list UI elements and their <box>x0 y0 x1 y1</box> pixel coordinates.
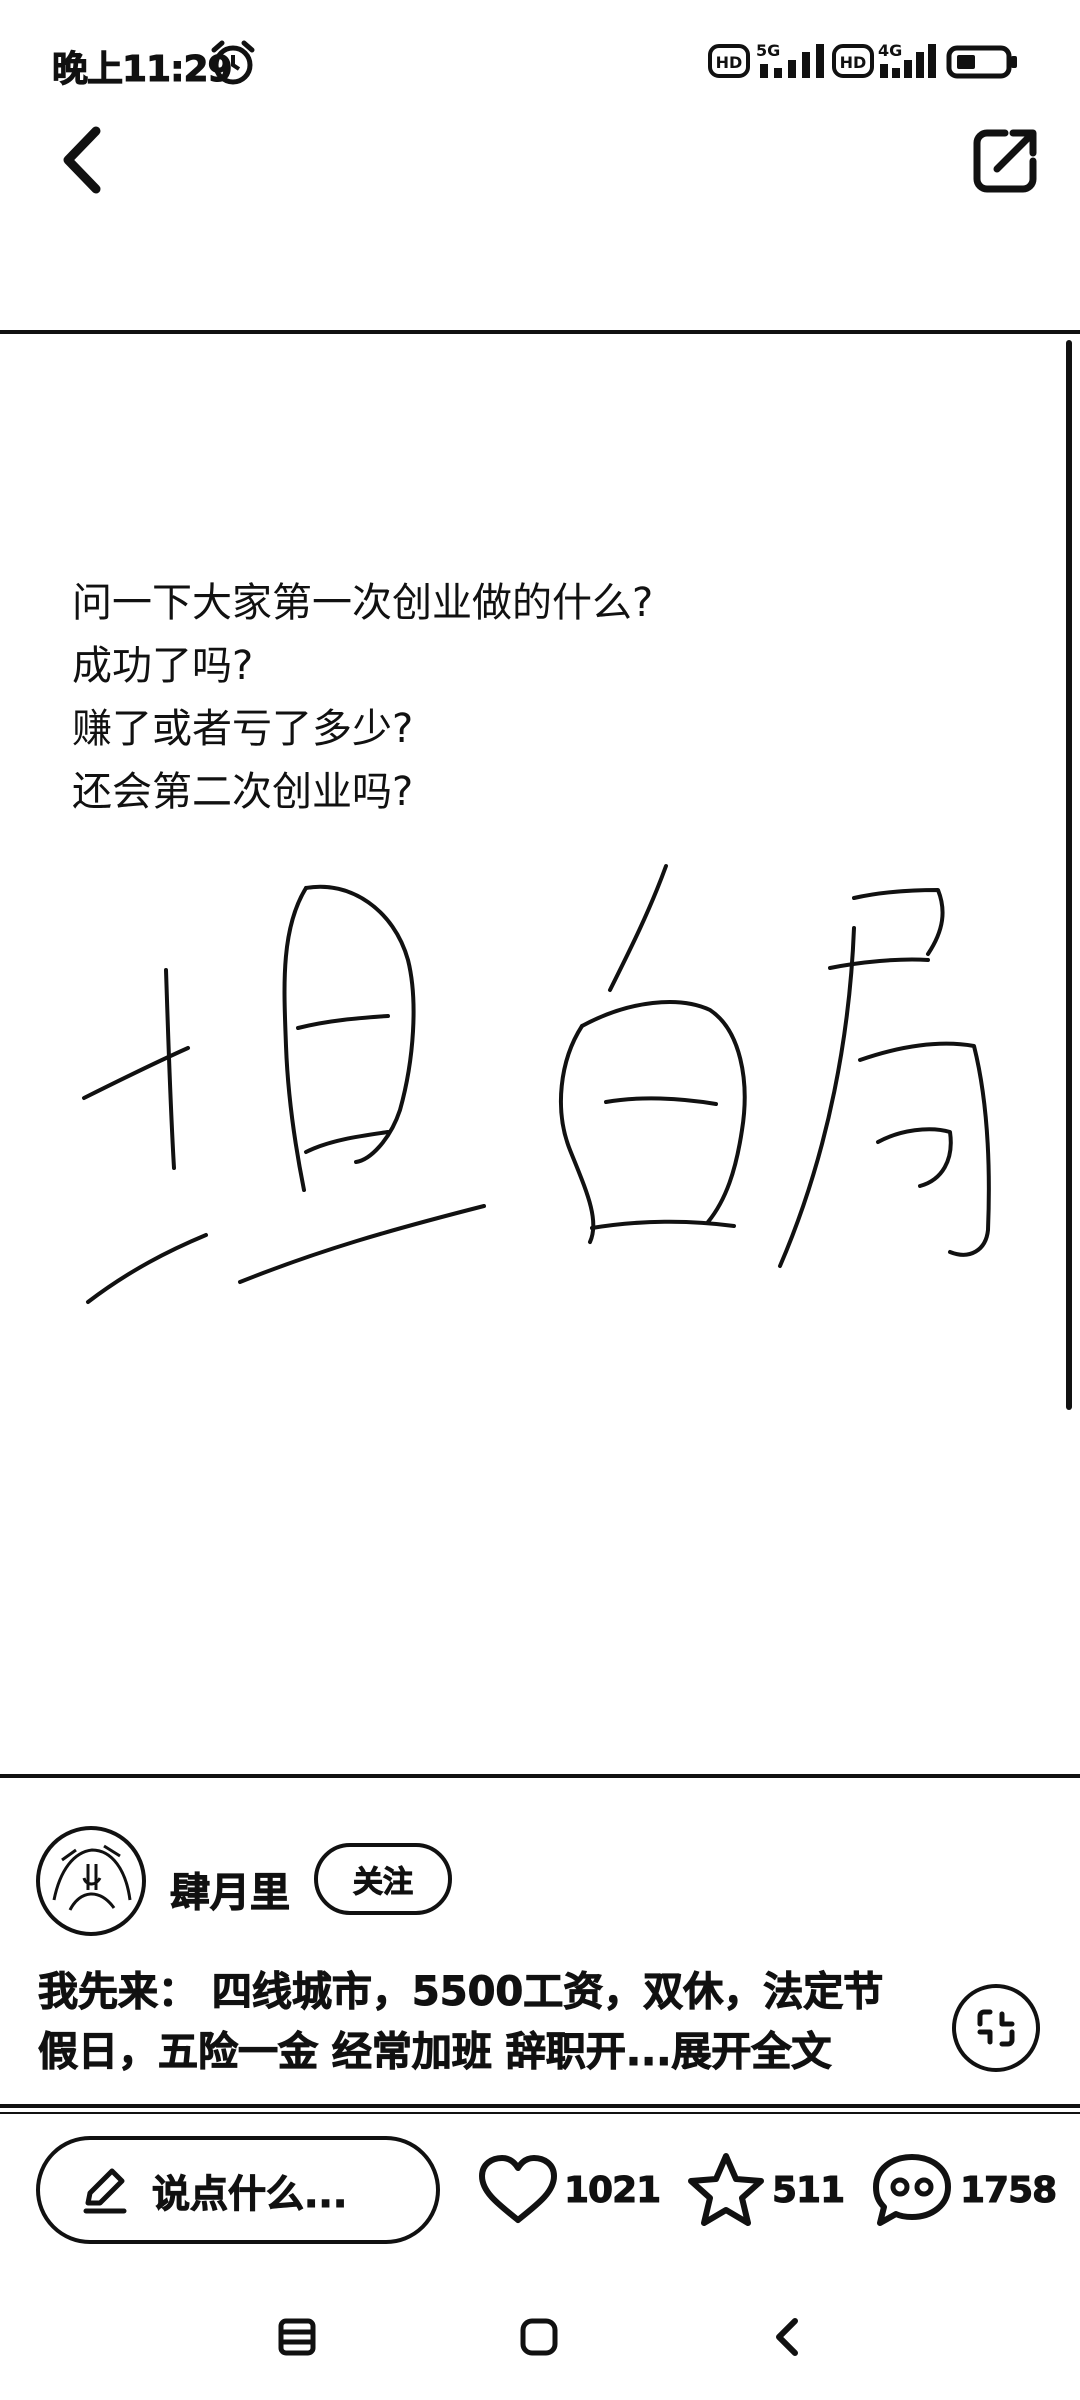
svg-text:HD: HD <box>840 53 867 72</box>
content-scrollbar[interactable] <box>1066 340 1072 1410</box>
hd-badge-2: HD <box>832 40 874 82</box>
comment-placeholder: 说点什么... <box>151 2171 348 2216</box>
heart-icon <box>479 2155 557 2223</box>
svg-text:4G: 4G <box>878 41 902 60</box>
chat-bubble-icon <box>873 2154 951 2226</box>
fullscreen-button[interactable] <box>952 1984 1040 2072</box>
status-time: 晚上11:29 <box>52 49 234 91</box>
post-line: 成功了吗? <box>72 643 254 689</box>
back-button[interactable] <box>36 112 132 208</box>
header-divider <box>0 330 1080 334</box>
svg-text:HD: HD <box>716 53 743 72</box>
favorite-count: 511 <box>771 2169 845 2211</box>
alarm-icon <box>211 40 255 85</box>
author-name[interactable]: 肆月里 <box>170 1860 291 1918</box>
action-bar-divider <box>0 2104 1080 2108</box>
menu-icon <box>278 2318 316 2356</box>
comment-button[interactable]: 1758 <box>870 2148 1058 2232</box>
signal-4g-icon: 4G <box>878 40 940 82</box>
expand-full-text-link[interactable]: 展开全文 <box>671 2029 832 2076</box>
post-line: 问一下大家第一次创业做的什么? <box>72 580 654 626</box>
hd-badge-1: HD <box>708 40 750 82</box>
signal-5g-icon: 5G <box>754 40 826 82</box>
battery-icon <box>946 40 1020 82</box>
pencil-icon <box>83 2168 127 2214</box>
share-icon <box>973 129 1037 193</box>
comment-input[interactable]: 说点什么... <box>36 2136 440 2244</box>
svg-text:5G: 5G <box>756 41 780 60</box>
chevron-left-icon <box>63 126 101 194</box>
nav-back-button[interactable] <box>742 2292 832 2382</box>
post-text: 问一下大家第一次创业做的什么? 成功了吗? 赚了或者亏了多少? 还会第二次创业吗… <box>72 572 972 824</box>
back-arrow-icon <box>776 2318 798 2356</box>
favorite-button[interactable]: 511 <box>686 2148 846 2232</box>
avatar-image <box>52 1844 132 1911</box>
expand-icon <box>977 2009 1015 2047</box>
handwritten-title <box>82 864 991 1304</box>
post-line: 还会第二次创业吗? <box>72 769 414 815</box>
share-button[interactable] <box>958 112 1054 208</box>
comment-count: 1758 <box>959 2169 1057 2211</box>
nav-home-button[interactable] <box>494 2292 584 2382</box>
content-divider <box>0 1774 1080 1778</box>
star-icon <box>688 2153 764 2226</box>
action-bar-divider-2 <box>0 2112 1080 2114</box>
post-line: 赚了或者亏了多少? <box>72 706 414 752</box>
like-count: 1021 <box>563 2169 661 2211</box>
like-button[interactable]: 1021 <box>478 2148 662 2232</box>
status-bar: 晚上11:29 HD 5G HD 4G <box>0 0 1080 120</box>
avatar[interactable] <box>36 1826 146 1936</box>
post-excerpt[interactable]: 我先来： 四线城市，5500工资，双休，法定节假日，五险一金 经常加班 辞职开.… <box>37 1962 918 2082</box>
home-square-icon <box>520 2318 558 2356</box>
nav-menu-button[interactable] <box>252 2292 342 2382</box>
follow-button[interactable]: 关注 <box>314 1843 452 1915</box>
